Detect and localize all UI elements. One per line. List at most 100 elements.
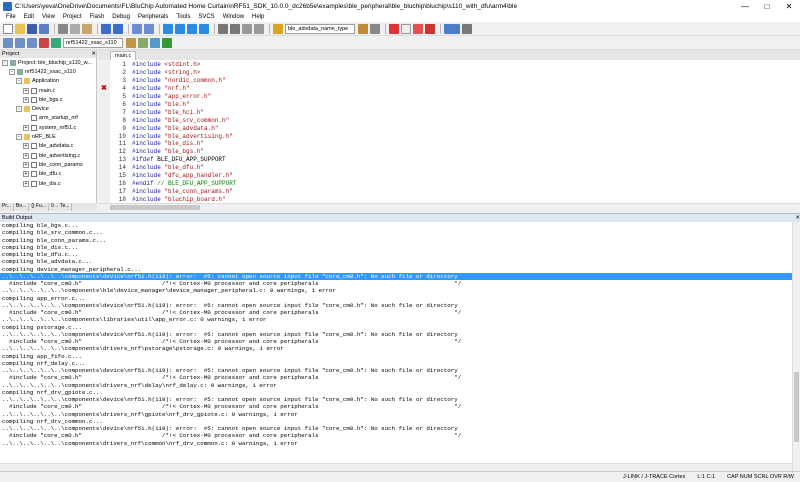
code-line[interactable]: 5 #include "app_error.h": [110, 93, 211, 101]
pack-installer-icon[interactable]: [150, 37, 160, 48]
build-output-line[interactable]: compiling ble_dfu.c...: [0, 251, 800, 258]
build-output-line[interactable]: ..\..\..\..\..\..\components\drivers_nrf…: [0, 440, 800, 447]
build-output-line[interactable]: ..\..\..\..\..\..\components\device\nrf5…: [0, 302, 800, 309]
tree-expander-icon[interactable]: -: [2, 59, 8, 66]
open-folder-icon[interactable]: [15, 23, 25, 34]
code-line[interactable]: 14 #include "ble_dfu.h": [110, 164, 204, 172]
tree-expander-icon[interactable]: +: [23, 143, 29, 150]
build-output-line[interactable]: ..\..\..\..\..\..\components\drivers_nrf…: [0, 411, 800, 418]
tree-expander-icon[interactable]: +: [23, 87, 29, 94]
tree-expander-icon[interactable]: +: [23, 152, 29, 159]
nav-back-icon[interactable]: [132, 23, 142, 34]
menu-help[interactable]: Help: [248, 14, 268, 20]
menu-tools[interactable]: Tools: [172, 14, 194, 20]
build-output-line[interactable]: compiling ble_bgs.c...: [0, 222, 800, 229]
tree-expander-icon[interactable]: +: [23, 171, 29, 178]
tab-main-c[interactable]: main.c: [110, 51, 137, 60]
tree-item[interactable]: + ble_dfu.c: [0, 170, 96, 179]
save-icon[interactable]: [27, 23, 37, 34]
code-line[interactable]: 18 #include "bluchip_board.h": [110, 195, 226, 203]
build-output-line[interactable]: compiling nrf_delay.c...: [0, 360, 800, 367]
build-output-line[interactable]: ..\..\..\..\..\..\components\libraries\u…: [0, 316, 800, 323]
build-output-line[interactable]: compiling device_manager_peripheral.c...: [0, 266, 800, 273]
build-output-line[interactable]: compiling ble_advdata.c...: [0, 258, 800, 265]
build-output-line[interactable]: compiling ble_dis.c...: [0, 244, 800, 251]
build-icon[interactable]: [15, 37, 25, 48]
breakpoint-icon[interactable]: [401, 23, 411, 34]
paste-icon[interactable]: [82, 23, 92, 34]
tree-expander-icon[interactable]: -: [9, 68, 15, 75]
build-output-line[interactable]: compiling ble_srv_common.c...: [0, 229, 800, 236]
tab-project[interactable]: Pr...: [0, 203, 14, 211]
uncomment-icon[interactable]: [254, 23, 264, 34]
translate-icon[interactable]: [3, 37, 13, 48]
build-horizontal-scrollbar[interactable]: [0, 463, 792, 471]
clear-bookmarks-icon[interactable]: [199, 23, 209, 34]
download-icon[interactable]: [51, 37, 61, 48]
tree-item[interactable]: - nrf51422_xxac_s110: [0, 67, 96, 76]
build-output-line[interactable]: compiling pstorage.c...: [0, 324, 800, 331]
tree-item[interactable]: - Project: ble_bluchip_s110_w...: [0, 58, 96, 67]
tree-item[interactable]: - nRF_BLE: [0, 132, 96, 141]
code-line[interactable]: 11 #include "ble_dis.h": [110, 140, 204, 148]
code-line[interactable]: 13 #ifdef BLE_DFU_APP_SUPPORT: [110, 156, 226, 164]
maximize-button[interactable]: □: [756, 0, 778, 12]
unindent-icon[interactable]: [230, 23, 240, 34]
menu-window[interactable]: Window: [219, 14, 248, 20]
tree-expander-icon[interactable]: +: [23, 180, 29, 187]
find-icon[interactable]: [358, 23, 368, 34]
code-line[interactable]: 7 #include "ble_hci.h": [110, 108, 204, 116]
build-output-line[interactable]: compiling app_fifo.c...: [0, 353, 800, 360]
code-line[interactable]: 15 #include "dfu_app_handler.h": [110, 172, 233, 180]
menu-flash[interactable]: Flash: [86, 14, 109, 20]
code-line[interactable]: 17 #include "ble_conn_params.h": [110, 187, 233, 195]
build-output-line[interactable]: #include "core_cm0.h" /*!< Cortex-M0 pro…: [0, 374, 800, 381]
code-line[interactable]: 2 #include <string.h>: [110, 69, 200, 77]
save-all-icon[interactable]: [39, 23, 49, 34]
tree-item[interactable]: - Device: [0, 104, 96, 113]
build-output-line[interactable]: compiling ble_conn_params.c...: [0, 237, 800, 244]
code-line[interactable]: 4 #include "nrf.h": [110, 85, 189, 93]
target-options-icon[interactable]: [126, 37, 136, 48]
menu-view[interactable]: View: [38, 14, 59, 20]
start-debug-icon[interactable]: [389, 23, 399, 34]
build-output-line[interactable]: ..\..\..\..\..\..\components\device\nrf5…: [0, 331, 800, 338]
incremental-find-icon[interactable]: [370, 23, 380, 34]
build-output-line[interactable]: #include "core_cm0.h" /*!< Cortex-M0 pro…: [0, 280, 800, 287]
build-output-line[interactable]: ..\..\..\..\..\..\components\ble\device_…: [0, 287, 800, 294]
editor-horizontal-scrollbar[interactable]: [98, 203, 800, 211]
tab-books[interactable]: Bo...: [14, 203, 30, 211]
disable-breakpoint-icon[interactable]: [413, 23, 423, 34]
next-bookmark-icon[interactable]: [187, 23, 197, 34]
tree-item[interactable]: + ble_conn_params: [0, 160, 96, 169]
menu-svcs[interactable]: SVCS: [194, 14, 218, 20]
menu-edit[interactable]: Edit: [20, 14, 38, 20]
build-output-line[interactable]: ..\..\..\..\..\..\components\device\nrf5…: [0, 272, 800, 280]
code-area[interactable]: 1 #include <stdint.h> 2 #include <string.h>…: [98, 60, 800, 203]
tree-expander-icon[interactable]: +: [23, 124, 29, 131]
tree-expander-icon[interactable]: +: [23, 96, 29, 103]
tree-expander-icon[interactable]: -: [16, 78, 22, 85]
tree-item[interactable]: + main.c: [0, 86, 96, 95]
find-in-files-icon[interactable]: [273, 23, 283, 34]
tree-expander-icon[interactable]: -: [16, 106, 22, 113]
build-output-line[interactable]: #include "core_cm0.h" /*!< Cortex-M0 pro…: [0, 403, 800, 410]
tree-item[interactable]: arm_startup_nrf: [0, 114, 96, 123]
menu-debug[interactable]: Debug: [108, 14, 134, 20]
build-output-line[interactable]: compiling nrf_drv_gpiote.c...: [0, 389, 800, 396]
minimize-button[interactable]: —: [734, 0, 756, 12]
tab-templates[interactable]: 0→ Te...: [49, 203, 73, 211]
menu-peripherals[interactable]: Peripherals: [134, 14, 172, 20]
code-line[interactable]: 10 #include "ble_advertising.h": [110, 132, 233, 140]
code-line[interactable]: 1 #include <stdint.h>: [110, 61, 200, 69]
close-button[interactable]: ✕: [778, 0, 800, 12]
menu-project[interactable]: Project: [59, 14, 86, 20]
indent-icon[interactable]: [218, 23, 228, 34]
tree-item[interactable]: - Application: [0, 77, 96, 86]
build-output-line[interactable]: ..\..\..\..\..\..\components\device\nrf5…: [0, 367, 800, 374]
manage-project-icon[interactable]: [138, 37, 148, 48]
copy-icon[interactable]: [70, 23, 80, 34]
build-output-line[interactable]: ..\..\..\..\..\..\components\drivers_nrf…: [0, 345, 800, 352]
panel-close-icon[interactable]: ✕: [91, 51, 96, 57]
redo-icon[interactable]: [113, 23, 123, 34]
